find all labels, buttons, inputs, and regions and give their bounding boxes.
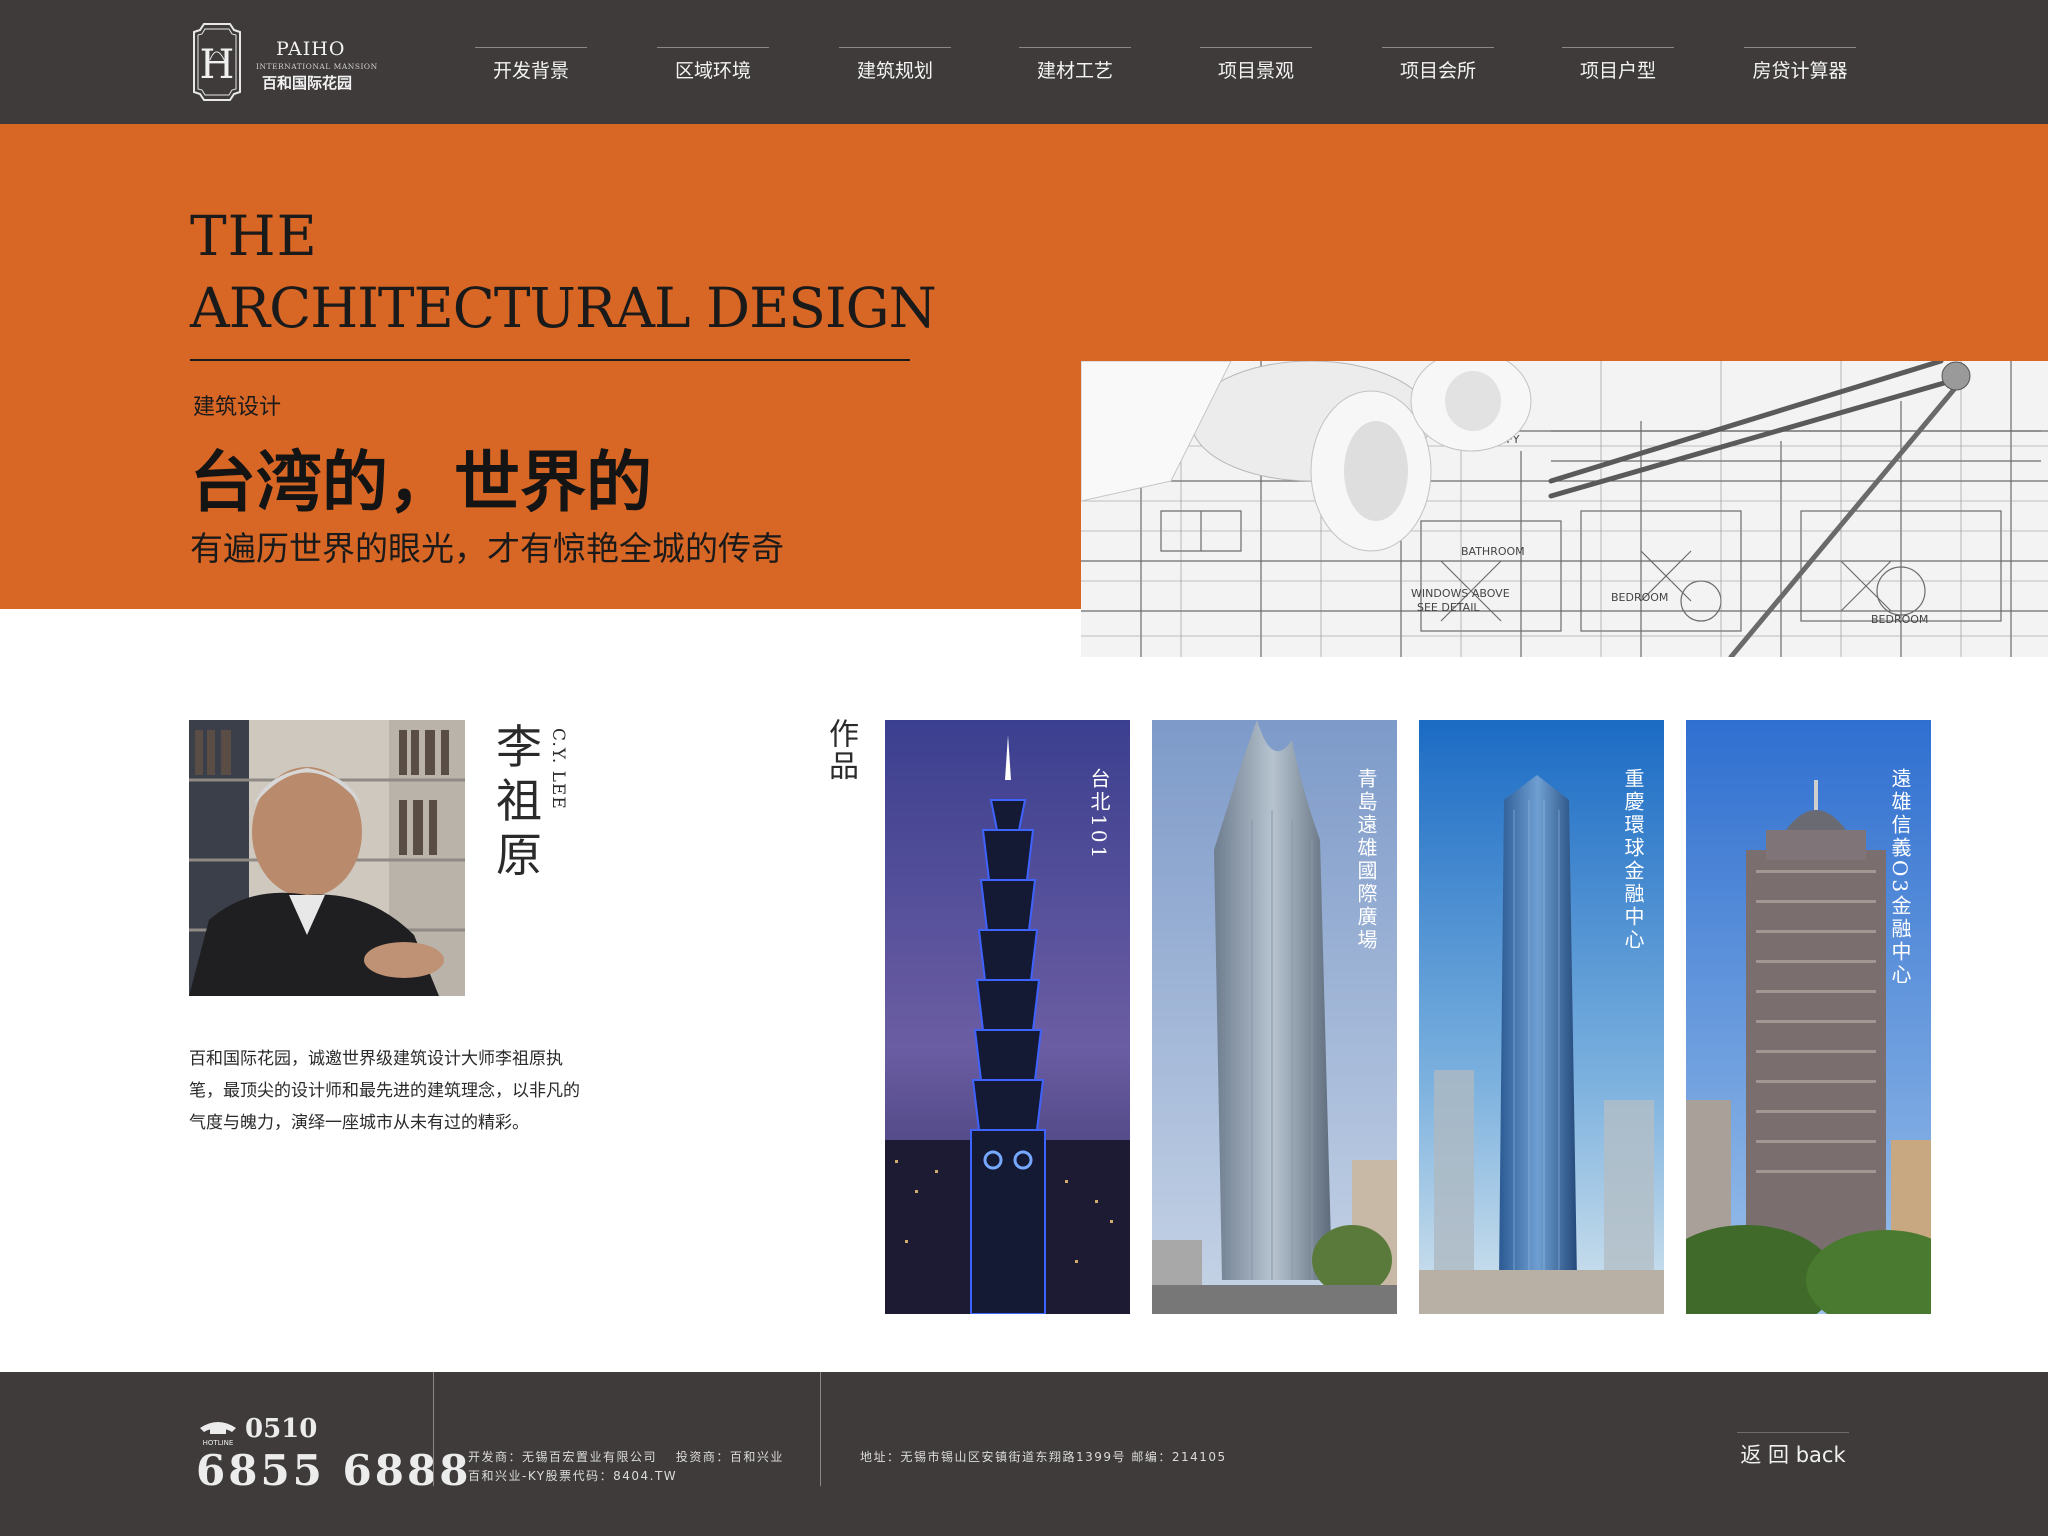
footer: HOTLINE 0510 6855 6888 开发商：无锡百宏置业有限公司 投资… (0, 1372, 2048, 1536)
stock-code-line: 百和兴业-KY股票代码：8404.TW (468, 1469, 678, 1483)
brand-name-cn: 百和国际花园 (262, 74, 353, 92)
back-button[interactable]: 返 回 back (1737, 1432, 1849, 1475)
work-caption-chongqing-wfc: 重慶環球金融中心 (1621, 768, 1645, 952)
work-caption-farglory-xinyi: 遠雄信義O3金融中心 (1888, 768, 1912, 988)
telephone-icon: HOTLINE (200, 1422, 236, 1447)
svg-text:H: H (200, 42, 235, 88)
nav-item-clubhouse[interactable]: 项目会所 (1382, 47, 1494, 92)
brand-name-en: PAIHO (276, 38, 346, 60)
top-navigation-bar: H PAIHO INTERNATIONAL MANSION 百和国际花园 开发背… (0, 0, 2048, 124)
architect-name-en: C.Y. LEE (548, 728, 568, 810)
work-card-farglory-xinyi[interactable]: 遠雄信義O3金融中心 (1686, 720, 1931, 1314)
nav-item-landscape[interactable]: 项目景观 (1200, 47, 1312, 92)
hotline-area-code: 0510 (245, 1414, 318, 1444)
hotline-number[interactable]: 6855 6888 (196, 1446, 471, 1495)
work-card-taipei-101[interactable]: 台北101 (885, 720, 1130, 1314)
nav-item-development-background[interactable]: 开发背景 (475, 47, 587, 92)
developer-info: 开发商：无锡百宏置业有限公司 投资商：百和兴业 百和兴业-KY股票代码：8404… (468, 1448, 784, 1486)
architect-portrait (189, 720, 465, 996)
work-card-chongqing-wfc[interactable]: 重慶環球金融中心 (1419, 720, 1664, 1314)
work-caption-qingdao-plaza: 青島遠雄國際廣場 (1354, 768, 1378, 952)
nav-item-regional-environment[interactable]: 区域环境 (657, 47, 769, 92)
architect-portrait-image (189, 720, 465, 996)
hero-section-tag: 建筑设计 (193, 395, 282, 420)
hero-subline: 有遍历世界的眼光，才有惊艳全城的传奇 (190, 529, 784, 568)
hero-title-line1: THE (190, 204, 318, 268)
address-info: 地址：无锡市锡山区安镇街道东翔路1399号 邮编：214105 (860, 1450, 1227, 1464)
nav-item-mortgage-calculator[interactable]: 房贷计算器 (1744, 47, 1856, 92)
hero-title-divider (190, 359, 910, 361)
architect-bio: 百和国际花园，诚邀世界级建筑设计大师李祖原执笔，最顶尖的设计师和最先进的建筑理念… (189, 1049, 580, 1133)
hero-headline: 台湾的，世界的 (190, 444, 652, 521)
footer-divider (433, 1372, 434, 1486)
nav-item-architectural-planning[interactable]: 建筑规划 (839, 47, 951, 92)
hero-title-line2: ARCHITECTURAL DESIGN (190, 276, 937, 340)
svg-text:SEE DETAIL: SEE DETAIL (1417, 601, 1480, 614)
logo-crest-icon: H (193, 23, 241, 101)
brand-logo[interactable]: H PAIHO INTERNATIONAL MANSION 百和国际花园 (190, 20, 377, 106)
svg-text:BATHROOM: BATHROOM (1461, 545, 1525, 558)
work-card-qingdao-plaza[interactable]: 青島遠雄國際廣場 (1152, 720, 1397, 1314)
developer-line: 开发商：无锡百宏置业有限公司 投资商：百和兴业 (468, 1450, 784, 1464)
blueprint-image: BATHROOM BEDROOM BEDROOM WINDOWS ABOVE S… (1081, 361, 2048, 657)
brand-subtitle-en: INTERNATIONAL MANSION (256, 62, 378, 71)
nav-item-building-materials[interactable]: 建材工艺 (1019, 47, 1131, 92)
nav-item-floor-plans[interactable]: 项目户型 (1562, 47, 1674, 92)
footer-divider (820, 1372, 821, 1486)
work-caption-taipei-101: 台北101 (1087, 768, 1111, 862)
architect-name-cn: 李祖原 (496, 720, 542, 882)
blueprint-drawing: BATHROOM BEDROOM BEDROOM WINDOWS ABOVE S… (1081, 361, 2048, 657)
svg-text:WINDOWS ABOVE: WINDOWS ABOVE (1411, 587, 1510, 600)
works-label: 作品 (823, 718, 858, 782)
svg-text:BEDROOM: BEDROOM (1871, 613, 1928, 626)
svg-text:BEDROOM: BEDROOM (1611, 591, 1668, 604)
